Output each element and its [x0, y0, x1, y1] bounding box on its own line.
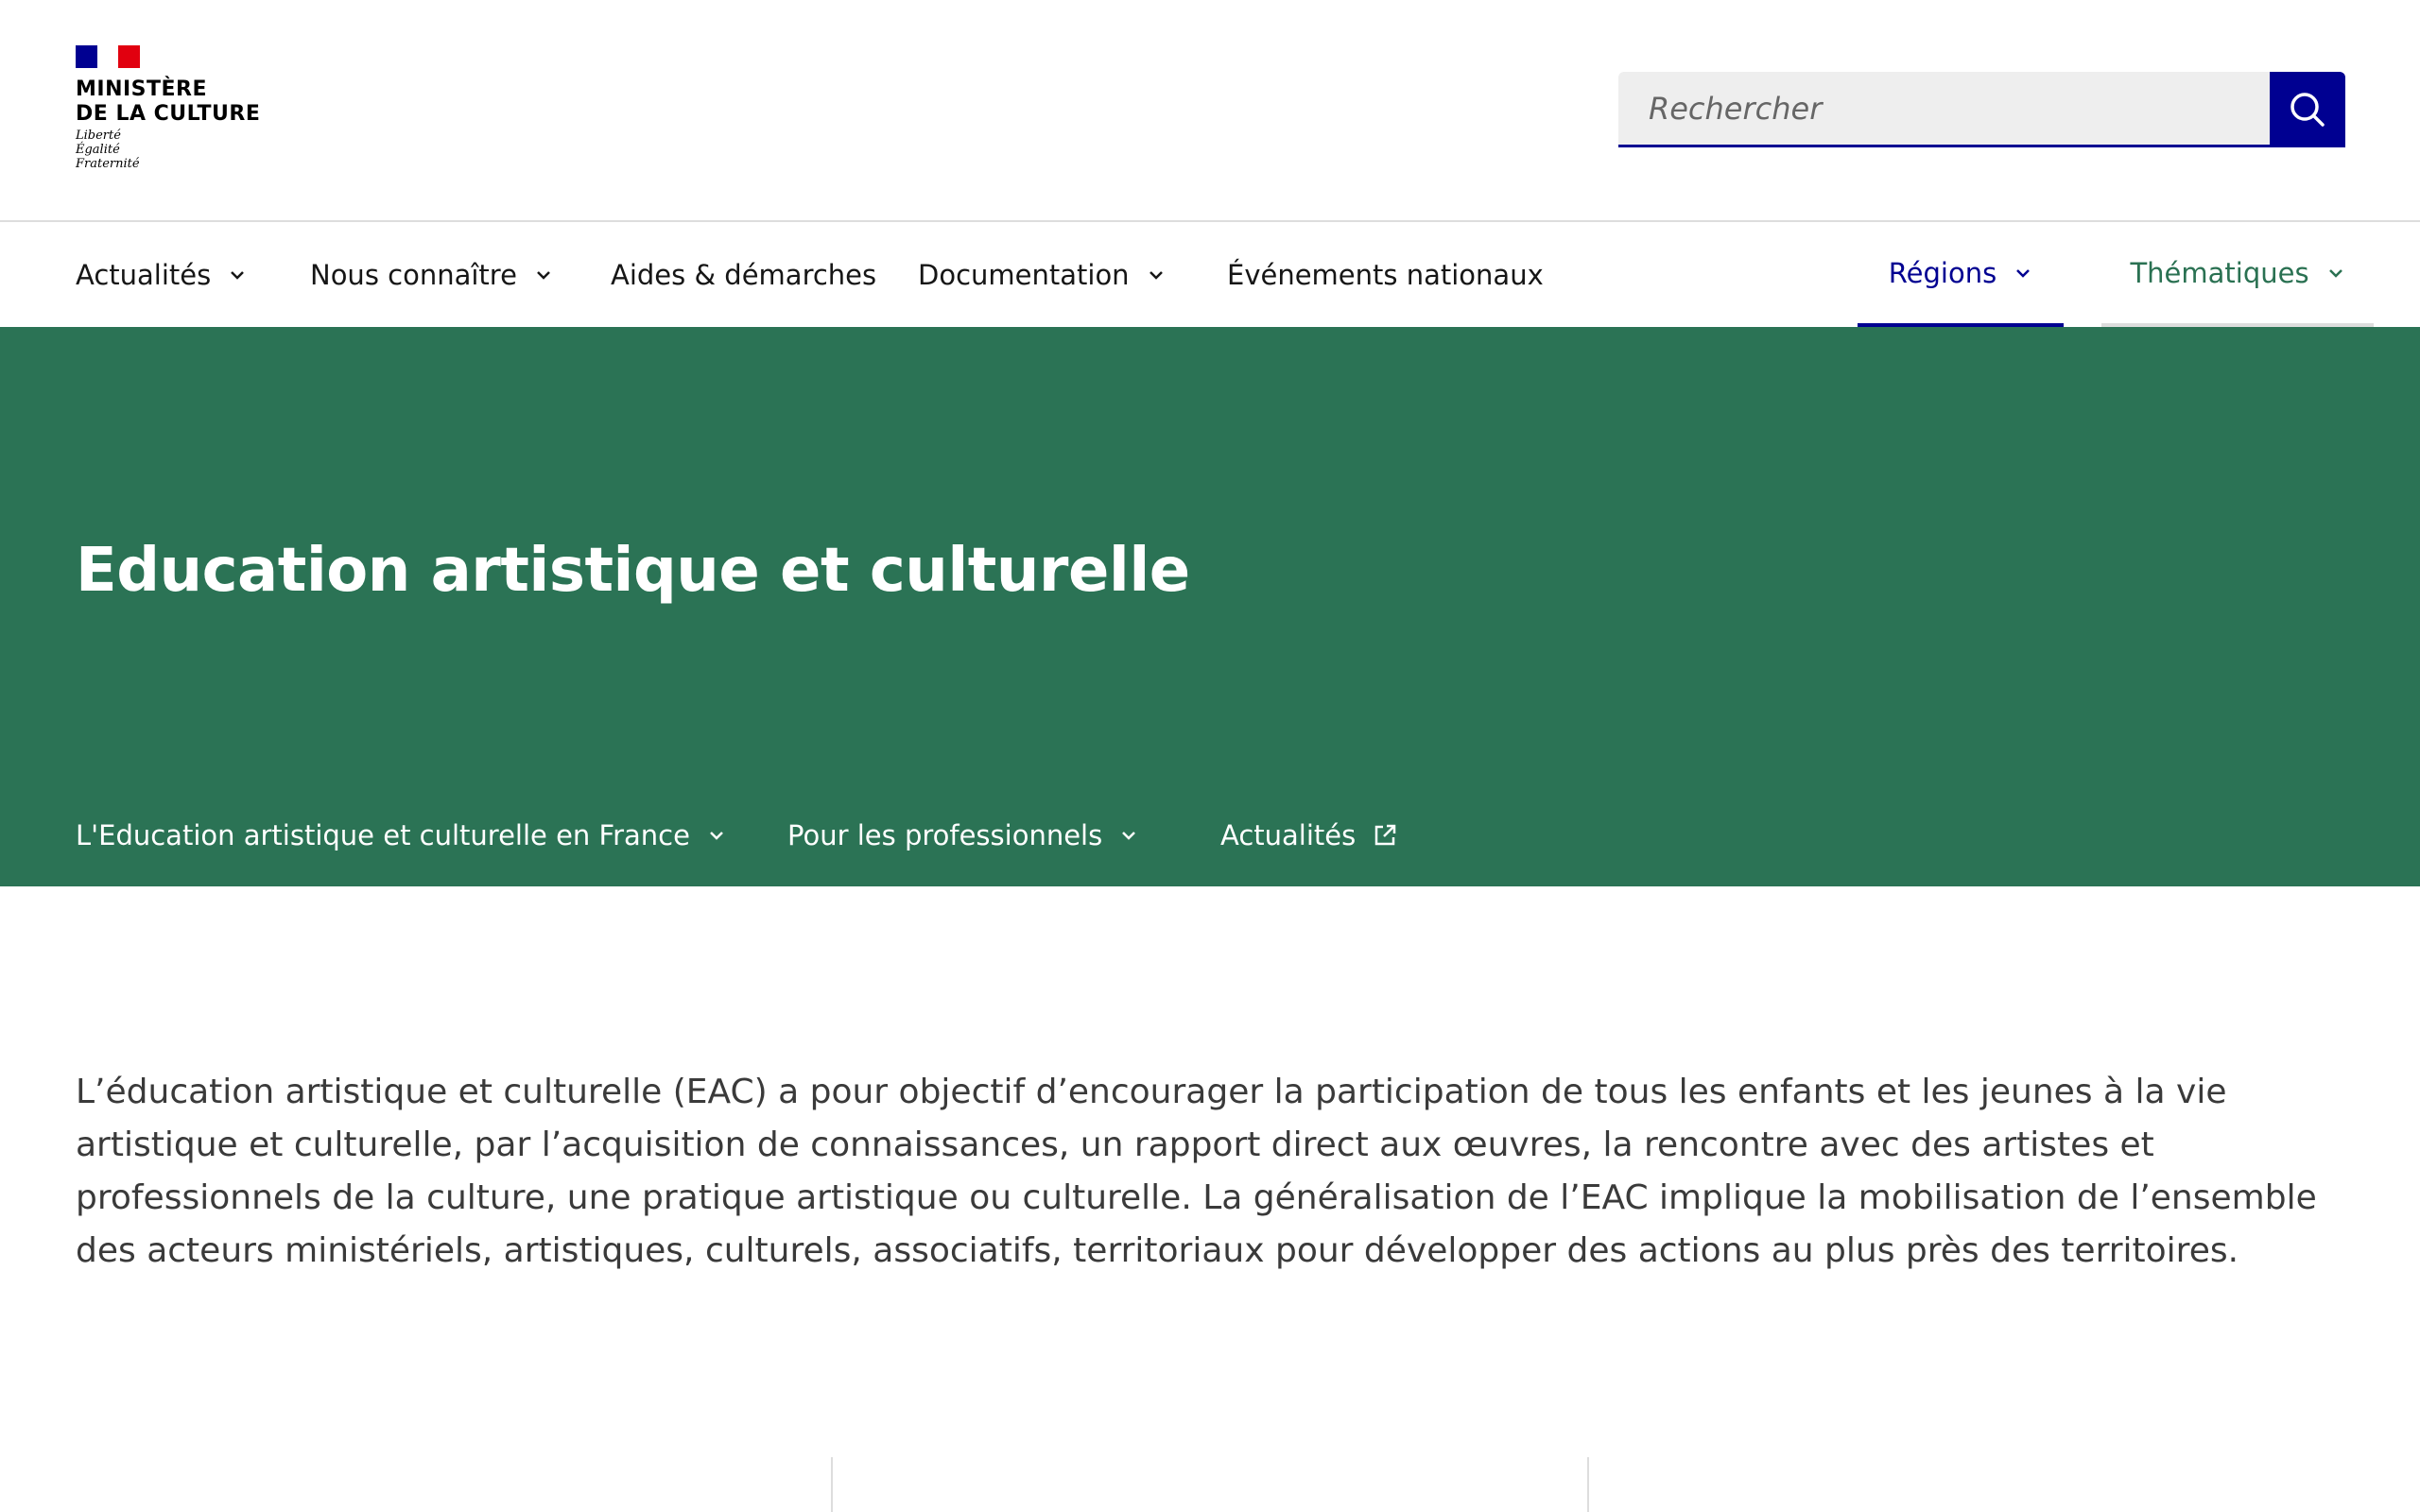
ministry-logo[interactable]: MINISTÈRE DE LA CULTURE Liberté Égalité …: [76, 45, 284, 182]
main-nav: Actualités Nous connaître Aides & démarc…: [0, 223, 2420, 327]
nav-item-label: Documentation: [918, 259, 1130, 291]
chevron-down-icon: [537, 271, 550, 280]
column-divider: [831, 1457, 833, 1512]
chevron-down-icon: [2328, 269, 2342, 278]
search-input[interactable]: [1618, 72, 2270, 147]
search-bar: [1618, 72, 2345, 147]
nav-item-thematiques[interactable]: Thématiques: [2101, 223, 2374, 327]
chevron-down-icon: [1122, 832, 1136, 840]
subnav-item-eac-en-france[interactable]: L'Education artistique et culturelle en …: [76, 807, 726, 864]
subnav-item-actualites[interactable]: Actualités: [1220, 807, 1397, 864]
subnav-item-label: Actualités: [1220, 819, 1357, 851]
subnav-item-label: Pour les professionnels: [787, 819, 1103, 851]
nav-item-evenements-nationaux[interactable]: Événements nationaux: [1227, 223, 1544, 327]
search-icon: [2290, 93, 2325, 127]
column-divider: [1587, 1457, 1589, 1512]
external-link-icon: [1374, 824, 1396, 846]
ministry-name: MINISTÈRE DE LA CULTURE: [76, 77, 261, 126]
nav-item-aides-demarches[interactable]: Aides & démarches: [611, 223, 876, 327]
hero-banner: Education artistique et culturelle L'Edu…: [0, 327, 2420, 886]
subnav-item-label: L'Education artistique et culturelle en …: [76, 819, 690, 851]
intro-paragraph: L’éducation artistique et culturelle (EA…: [76, 1073, 2317, 1270]
nav-item-label: Régions: [1888, 257, 1997, 289]
nav-item-label: Événements nationaux: [1227, 259, 1544, 291]
chevron-down-icon: [710, 832, 723, 840]
nav-item-label: Actualités: [76, 259, 212, 291]
chevron-down-icon: [1149, 271, 1163, 280]
page-title: Education artistique et culturelle: [76, 536, 1190, 606]
nav-item-label: Nous connaître: [310, 259, 517, 291]
nav-item-label: Aides & démarches: [611, 259, 877, 291]
republic-flag-icon: [76, 45, 141, 68]
search-button[interactable]: [2270, 72, 2345, 147]
site-header: MINISTÈRE DE LA CULTURE Liberté Égalité …: [0, 0, 2420, 222]
chevron-down-icon: [2016, 269, 2031, 278]
nav-item-documentation[interactable]: Documentation: [918, 223, 1166, 327]
chevron-down-icon: [231, 271, 245, 280]
nav-item-regions[interactable]: Régions: [1858, 223, 2064, 327]
nav-item-label: Thématiques: [2130, 257, 2309, 289]
nav-item-nous-connaitre[interactable]: Nous connaître: [310, 223, 553, 327]
republic-motto: Liberté Égalité Fraternité: [76, 129, 140, 171]
subnav-item-professionnels[interactable]: Pour les professionnels: [787, 807, 1138, 864]
nav-item-actualites[interactable]: Actualités: [76, 223, 247, 327]
